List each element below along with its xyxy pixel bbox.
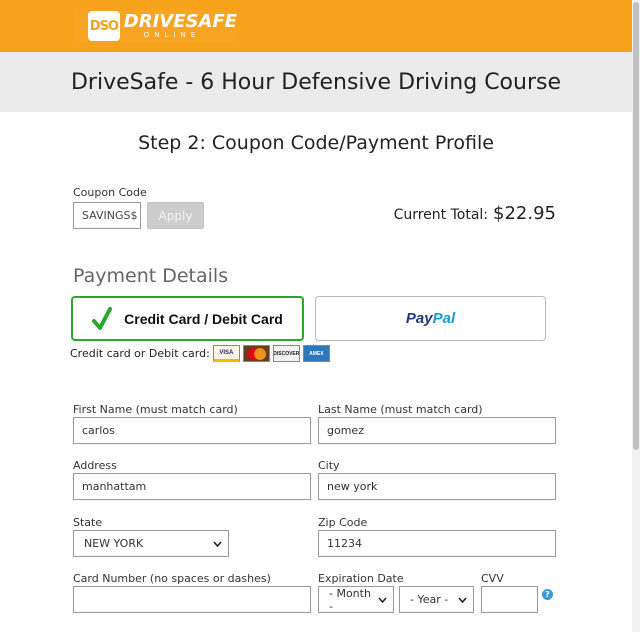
cvv-input[interactable]: [481, 586, 538, 613]
scrollbar-thumb[interactable]: [633, 2, 639, 450]
cvv-help-icon[interactable]: ?: [542, 589, 553, 600]
current-total-label: Current Total:: [393, 207, 489, 223]
expiration-year-value: - Year -: [410, 593, 449, 606]
drivesafe-logo[interactable]: DSO DRIVESAFE ONLINE: [74, 9, 237, 43]
last-name-label: Last Name (must match card): [318, 403, 483, 416]
expiration-year-select[interactable]: - Year -: [399, 586, 474, 613]
visa-icon: VISA: [212, 345, 240, 362]
chevron-down-icon: [378, 596, 387, 603]
coupon-code-input[interactable]: SAVINGS$: [73, 202, 141, 229]
logo-mark: DSO: [88, 11, 120, 41]
current-total-value: $22.95: [493, 203, 556, 224]
checkmark-icon: [92, 306, 113, 330]
zip-code-input[interactable]: 11234: [318, 530, 556, 557]
logo-text: DRIVESAFE ONLINE: [124, 13, 237, 39]
city-input[interactable]: new york: [318, 473, 556, 500]
city-label: City: [318, 459, 340, 472]
paypal-logo: PayPal: [406, 310, 455, 327]
first-name-input[interactable]: carlos: [73, 417, 311, 444]
card-number-label: Card Number (no spaces or dashes): [73, 572, 271, 585]
paypal-logo-pal: Pal: [432, 310, 456, 327]
expiration-date-label: Expiration Date: [318, 572, 404, 585]
page-scrollbar[interactable]: [632, 0, 640, 632]
state-label: State: [73, 516, 103, 529]
step-title: Step 2: Coupon Code/Payment Profile: [138, 132, 494, 154]
accepted-cards-label: Credit card or Debit card:: [70, 347, 210, 360]
last-name-input[interactable]: gomez: [318, 417, 556, 444]
page-title: DriveSafe - 6 Hour Defensive Driving Cou…: [70, 69, 562, 95]
mastercard-icon: [242, 345, 270, 362]
card-number-input[interactable]: [73, 586, 311, 613]
discover-icon: DISCOVER: [272, 345, 300, 362]
expiration-month-value: - Month -: [329, 586, 371, 613]
paypal-logo-pay: Pay: [405, 310, 433, 327]
state-select-value: NEW YORK: [84, 537, 144, 550]
first-name-label: First Name (must match card): [73, 403, 238, 416]
current-total: Current Total: $22.95: [394, 203, 556, 224]
coupon-code-label: Coupon Code: [73, 186, 147, 199]
accepted-cards: Credit card or Debit card: VISA DISCOVER…: [70, 345, 333, 362]
address-label: Address: [73, 459, 117, 472]
credit-card-option-label: Credit Card / Debit Card: [124, 310, 283, 327]
chevron-down-icon: [458, 596, 467, 603]
amex-icon: AMEX: [302, 345, 330, 362]
apply-coupon-button[interactable]: Apply: [147, 202, 204, 229]
expiration-month-select[interactable]: - Month -: [318, 586, 394, 613]
chevron-down-icon: [213, 540, 222, 547]
cvv-label: CVV: [481, 572, 504, 585]
state-select[interactable]: NEW YORK: [73, 530, 229, 557]
logo-subtitle: ONLINE: [143, 31, 201, 39]
paypal-option[interactable]: PayPal: [315, 296, 546, 341]
header-bar: DSO DRIVESAFE ONLINE: [0, 0, 632, 52]
address-input[interactable]: manhattam: [73, 473, 311, 500]
title-band: DriveSafe - 6 Hour Defensive Driving Cou…: [0, 52, 632, 112]
credit-card-option[interactable]: Credit Card / Debit Card: [71, 296, 304, 341]
logo-word: DRIVESAFE: [123, 11, 237, 32]
zip-code-label: Zip Code: [318, 516, 368, 529]
payment-details-title: Payment Details: [73, 265, 229, 287]
